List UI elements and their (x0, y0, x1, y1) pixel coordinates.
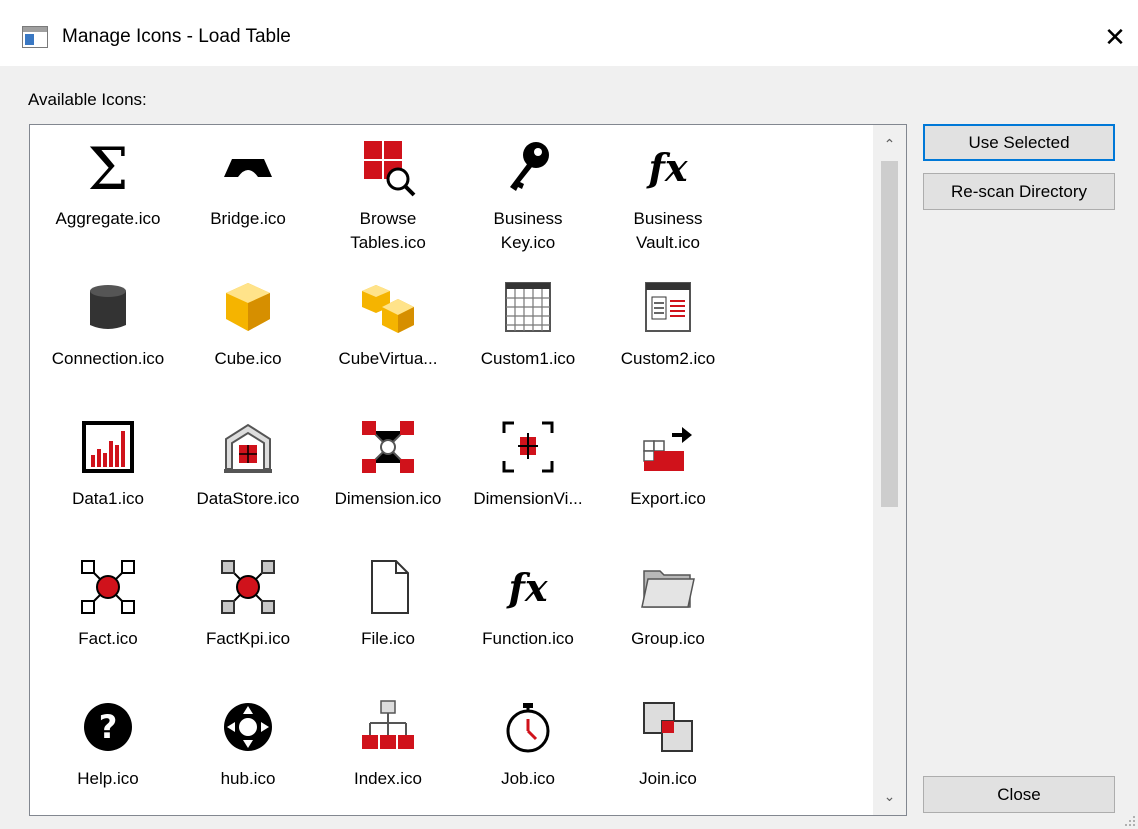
svg-text:fx: fx (505, 565, 548, 610)
window-icon (22, 26, 48, 48)
icon-file-label: hub.ico (220, 769, 276, 788)
icon-list-item[interactable]: Export.ico (598, 413, 738, 553)
svg-text:?: ? (99, 708, 118, 746)
rescan-directory-button[interactable]: Re-scan Directory (923, 173, 1115, 210)
icon-list-item[interactable]: fx Business Vault.ico (598, 133, 738, 273)
use-selected-button[interactable]: Use Selected (923, 124, 1115, 161)
icon-file-label: DimensionVi... (473, 489, 583, 508)
vertical-scrollbar[interactable]: ⌃ ⌄ (873, 125, 906, 815)
database-icon (78, 277, 138, 337)
icon-file-label: Function.ico (482, 629, 574, 648)
icon-list-item[interactable]: Job.ico (458, 693, 598, 815)
icon-list-item[interactable]: Bridge.ico (178, 133, 318, 273)
browse-tables-icon (358, 137, 418, 197)
icon-file-label: Index.ico (353, 769, 423, 788)
folder-icon (638, 557, 698, 617)
icon-file-label: Bridge.ico (210, 209, 286, 228)
bridge-icon (218, 137, 278, 197)
icon-file-label: Custom2.ico (620, 349, 716, 368)
function-fx-icon: fx (498, 557, 558, 617)
available-icons-label: Available Icons: (28, 90, 147, 109)
icon-file-label: Connection.ico (51, 349, 165, 368)
icon-file-label: Help.ico (77, 769, 139, 788)
scroll-up-button[interactable]: ⌃ (873, 129, 906, 159)
icon-list-item[interactable]: Index.ico (318, 693, 458, 815)
icon-list-item[interactable]: Custom1.ico (458, 273, 598, 413)
close-button[interactable]: Close (923, 776, 1115, 813)
icon-file-label: Dimension.ico (334, 489, 442, 508)
stopwatch-icon (498, 697, 558, 757)
bar-chart-icon (78, 417, 138, 477)
dimension-icon (358, 417, 418, 477)
icon-list-item[interactable]: Σ Aggregate.ico (38, 133, 178, 273)
icon-file-label: Join.ico (639, 769, 697, 788)
icon-list-item[interactable]: fx Function.ico (458, 553, 598, 693)
join-icon (638, 697, 698, 757)
icon-file-label: CubeVirtua... (338, 349, 438, 368)
grid-table-icon (498, 277, 558, 337)
icon-list-item[interactable]: File.ico (318, 553, 458, 693)
fact-icon (78, 557, 138, 617)
icon-file-label: Browse Tables.ico (350, 209, 426, 252)
export-icon (638, 417, 698, 477)
close-window-button[interactable]: ✕ (1092, 14, 1138, 60)
icon-list-item[interactable]: DimensionVi... (458, 413, 598, 553)
document-list-icon (638, 277, 698, 337)
icon-list-item[interactable]: Data1.ico (38, 413, 178, 553)
icon-list-item[interactable]: Fact.ico (38, 553, 178, 693)
icon-file-label: Business Key.ico (493, 209, 563, 252)
cube-icon (218, 277, 278, 337)
scroll-thumb[interactable] (881, 161, 898, 507)
file-icon (358, 557, 418, 617)
icon-list-item[interactable]: Join.ico (598, 693, 738, 815)
icon-list-item[interactable]: Custom2.ico (598, 273, 738, 413)
dimension-view-icon (498, 417, 558, 477)
icon-list-item[interactable]: Business Key.ico (458, 133, 598, 273)
icon-file-label: Job.ico (501, 769, 555, 788)
icon-list-item[interactable]: CubeVirtua... (318, 273, 458, 413)
icon-list-item[interactable]: Group.ico (598, 553, 738, 693)
icon-file-label: Aggregate.ico (55, 209, 161, 228)
icon-file-label: File.ico (361, 629, 415, 648)
icon-list[interactable]: Σ Aggregate.ico Bridge.ico Browse Tables.ic… (29, 124, 907, 816)
fact-kpi-icon (218, 557, 278, 617)
scroll-down-button[interactable]: ⌄ (873, 781, 906, 811)
icon-list-item[interactable]: ? Help.ico (38, 693, 178, 815)
icon-file-label: Fact.ico (78, 629, 138, 648)
icon-list-item[interactable]: FactKpi.ico (178, 553, 318, 693)
icon-list-item[interactable]: DataStore.ico (178, 413, 318, 553)
hierarchy-icon (358, 697, 418, 757)
svg-text:fx: fx (645, 145, 688, 190)
icon-file-label: Custom1.ico (480, 349, 576, 368)
hub-icon (218, 697, 278, 757)
icon-list-item[interactable]: Dimension.ico (318, 413, 458, 553)
icon-file-label: Data1.ico (72, 489, 144, 508)
sigma-icon: Σ (78, 137, 138, 197)
icon-file-label: FactKpi.ico (205, 629, 291, 648)
icon-file-label: Group.ico (631, 629, 705, 648)
icon-list-item[interactable]: Connection.ico (38, 273, 178, 413)
icon-list-item[interactable]: hub.ico (178, 693, 318, 815)
fx-icon: fx (638, 137, 698, 197)
cube-virtual-icon (358, 277, 418, 337)
key-icon (498, 137, 558, 197)
svg-text:Σ: Σ (87, 137, 128, 197)
title-bar: Manage Icons - Load Table ✕ (0, 0, 1138, 66)
datastore-icon (218, 417, 278, 477)
help-icon: ? (78, 697, 138, 757)
resize-grip-icon[interactable] (1124, 815, 1136, 827)
icon-list-item[interactable]: Browse Tables.ico (318, 133, 458, 273)
window-title: Manage Icons - Load Table (62, 26, 291, 47)
icon-file-label: Cube.ico (214, 349, 282, 368)
icon-file-label: DataStore.ico (196, 489, 300, 508)
icon-list-item[interactable]: Cube.ico (178, 273, 318, 413)
icon-file-label: Business Vault.ico (633, 209, 703, 252)
icon-file-label: Export.ico (630, 489, 706, 508)
